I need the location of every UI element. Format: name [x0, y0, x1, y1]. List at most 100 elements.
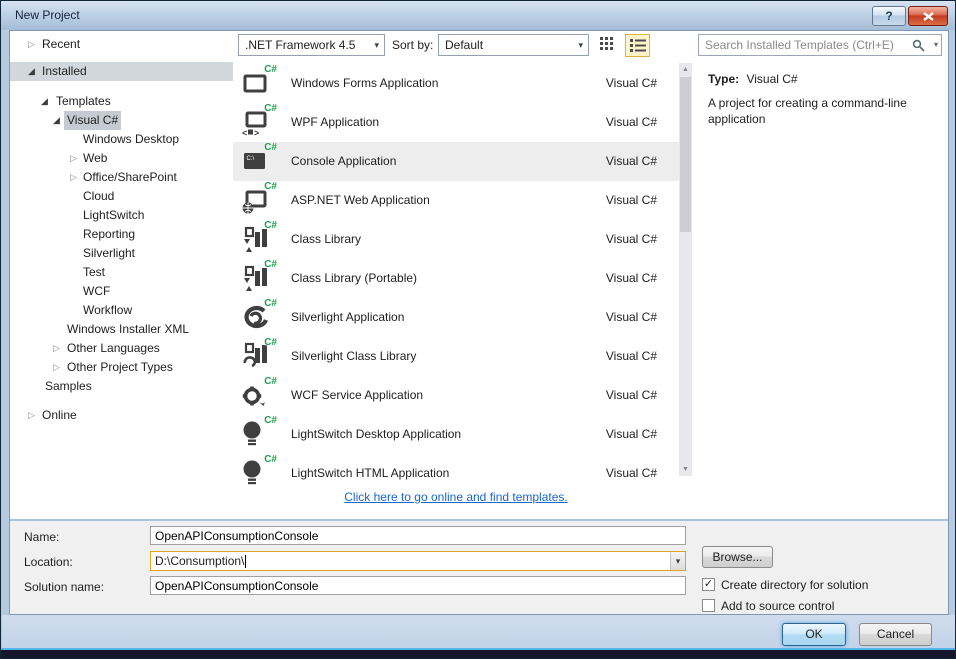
tree-item-other-project-types[interactable]: ▷ Other Project Types: [10, 358, 233, 377]
cancel-button[interactable]: Cancel: [859, 623, 932, 646]
gear-template-icon: C#: [242, 379, 274, 411]
template-item-class-library[interactable]: C#Class LibraryVisual C#: [233, 220, 679, 259]
tree-item-label: Samples: [45, 377, 92, 396]
tree-item-label: Templates: [56, 92, 111, 111]
tree-item-label: Windows Installer XML: [67, 320, 189, 339]
template-language-tag: Visual C#: [606, 388, 657, 402]
tree-collapsed-icon[interactable]: ▷: [70, 149, 77, 168]
tree-item-windows-desktop[interactable]: Windows Desktop: [10, 130, 233, 149]
scroll-up-icon[interactable]: ▲: [679, 63, 692, 76]
tree-collapsed-icon[interactable]: ▷: [53, 358, 60, 377]
titlebar[interactable]: New Project: [1, 1, 955, 30]
tree-item-web[interactable]: ▷Web: [10, 149, 233, 168]
web-template-icon: C#: [242, 184, 274, 216]
framework-dropdown[interactable]: .NET Framework 4.5 ▾: [238, 34, 385, 56]
tree-collapsed-icon[interactable]: ▷: [28, 406, 35, 425]
scroll-down-icon[interactable]: ▼: [679, 463, 692, 476]
tree-expanded-icon[interactable]: ◢: [53, 111, 60, 130]
online-templates-link[interactable]: Click here to go online and find templat…: [233, 490, 679, 504]
svg-text:C:\: C:\: [247, 156, 255, 162]
tree-item-label: Other Languages: [67, 339, 160, 358]
template-item-lightswitch-html-application[interactable]: C#LightSwitch HTML ApplicationVisual C#: [233, 454, 679, 493]
tree-item-office-sharepoint[interactable]: ▷ Office/SharePoint: [10, 168, 233, 187]
template-language-tag: Visual C#: [606, 349, 657, 363]
template-item-wpf-application[interactable]: <>C# WPF Application Visual C#: [233, 103, 679, 142]
tree-collapsed-icon[interactable]: ▷: [28, 35, 35, 54]
template-item-windows-forms-application[interactable]: C#Windows Forms ApplicationVisual C#: [233, 64, 679, 103]
location-value: D:\Consumption\: [155, 554, 244, 568]
template-item-wcf-service-application[interactable]: C#WCF Service ApplicationVisual C#: [233, 376, 679, 415]
template-language-tag: Visual C#: [606, 154, 657, 168]
list-view-button[interactable]: [625, 34, 650, 57]
template-name: WPF Application: [291, 115, 379, 129]
source-control-checkbox[interactable]: [702, 599, 715, 612]
sort-value: Default: [445, 38, 483, 52]
tree-item-recent[interactable]: ▷ Recent: [10, 35, 233, 54]
tree-item-visual-c-[interactable]: ◢Visual C#: [10, 111, 233, 130]
location-field[interactable]: D:\Consumption\ ▾: [150, 551, 686, 571]
template-language-tag: Visual C#: [606, 115, 657, 129]
template-name: LightSwitch Desktop Application: [291, 427, 461, 441]
name-label: Name:: [24, 530, 59, 544]
close-button[interactable]: [908, 6, 948, 26]
tree-collapsed-icon[interactable]: ▷: [53, 339, 60, 358]
console-template-icon: C:\C#: [242, 145, 274, 177]
template-item-asp-net-web-application[interactable]: C#ASP.NET Web ApplicationVisual C#: [233, 181, 679, 220]
tree-item-templates[interactable]: ◢ Templates: [10, 92, 233, 111]
tree-item-samples[interactable]: Samples: [10, 377, 233, 396]
small-icons-view-button[interactable]: [600, 37, 621, 55]
tree-item-installed[interactable]: ◢ Installed: [10, 62, 233, 81]
tree-item-label: Installed: [42, 62, 87, 81]
template-item-class-library-portable-[interactable]: C#Class Library (Portable)Visual C#: [233, 259, 679, 298]
list-view-icon: [630, 38, 646, 53]
chevron-down-icon: ▾: [374, 35, 379, 55]
tree-item-lightswitch[interactable]: LightSwitch: [10, 206, 233, 225]
browse-button[interactable]: Browse...: [702, 546, 773, 568]
chevron-down-icon: ▾: [578, 35, 583, 55]
tree-item-reporting[interactable]: Reporting: [10, 225, 233, 244]
tree-collapsed-icon[interactable]: ▷: [70, 168, 77, 187]
scrollbar-thumb[interactable]: [680, 77, 691, 232]
svg-text:>: >: [254, 128, 259, 136]
tree-item-label: Other Project Types: [67, 358, 173, 377]
template-language-tag: Visual C#: [606, 310, 657, 324]
tree-item-other-languages[interactable]: ▷ Other Languages: [10, 339, 233, 358]
tree-item-test[interactable]: Test: [10, 263, 233, 282]
project-form: Name: Location: D:\Consumption\ ▾ Soluti…: [10, 519, 948, 614]
small-icons-view-icon: [600, 37, 614, 50]
template-item-console-application[interactable]: C:\C#Console ApplicationVisual C#: [233, 142, 679, 181]
tree-item-online[interactable]: ▷Online: [10, 406, 233, 425]
search-input[interactable]: Search Installed Templates (Ctrl+E) ▾: [698, 34, 942, 56]
template-language-tag: Visual C#: [606, 427, 657, 441]
tree-item-label: Recent: [42, 35, 80, 54]
tree-item-label: Cloud: [83, 187, 114, 206]
chevron-down-icon[interactable]: ▾: [670, 552, 685, 570]
bulb-template-icon: C#: [242, 457, 274, 489]
ok-button[interactable]: OK: [782, 623, 846, 646]
template-item-lightswitch-desktop-application[interactable]: C#LightSwitch Desktop ApplicationVisual …: [233, 415, 679, 454]
tree-expanded-icon[interactable]: ◢: [28, 62, 35, 81]
close-icon: [923, 12, 934, 21]
library-template-icon: C#: [242, 262, 274, 294]
tree-item-wcf[interactable]: WCF: [10, 282, 233, 301]
chevron-down-icon[interactable]: ▾: [934, 35, 938, 55]
wpf-template-icon: <>C#: [242, 106, 274, 138]
tree-item-label: Reporting: [83, 225, 135, 244]
template-language-tag: Visual C#: [606, 76, 657, 90]
template-name: LightSwitch HTML Application: [291, 466, 449, 480]
help-button[interactable]: ?: [872, 6, 906, 26]
create-directory-checkbox[interactable]: ✓: [702, 578, 715, 591]
tree-item-windows-installer-xml[interactable]: Windows Installer XML: [10, 320, 233, 339]
tree-item-silverlight[interactable]: Silverlight: [10, 244, 233, 263]
template-item-silverlight-class-library[interactable]: C#Silverlight Class LibraryVisual C#: [233, 337, 679, 376]
template-item-silverlight-application[interactable]: C#Silverlight ApplicationVisual C#: [233, 298, 679, 337]
list-scrollbar[interactable]: ▲ ▼: [679, 63, 692, 476]
tree-item-label: Test: [83, 263, 105, 282]
sort-dropdown[interactable]: Default ▾: [438, 34, 589, 56]
solution-name-field[interactable]: [150, 576, 686, 595]
tree-expanded-icon[interactable]: ◢: [41, 92, 48, 111]
tree-item-workflow[interactable]: Workflow: [10, 301, 233, 320]
tree-item-label: Office/SharePoint: [83, 168, 177, 187]
name-field[interactable]: [150, 526, 686, 545]
tree-item-cloud[interactable]: Cloud: [10, 187, 233, 206]
